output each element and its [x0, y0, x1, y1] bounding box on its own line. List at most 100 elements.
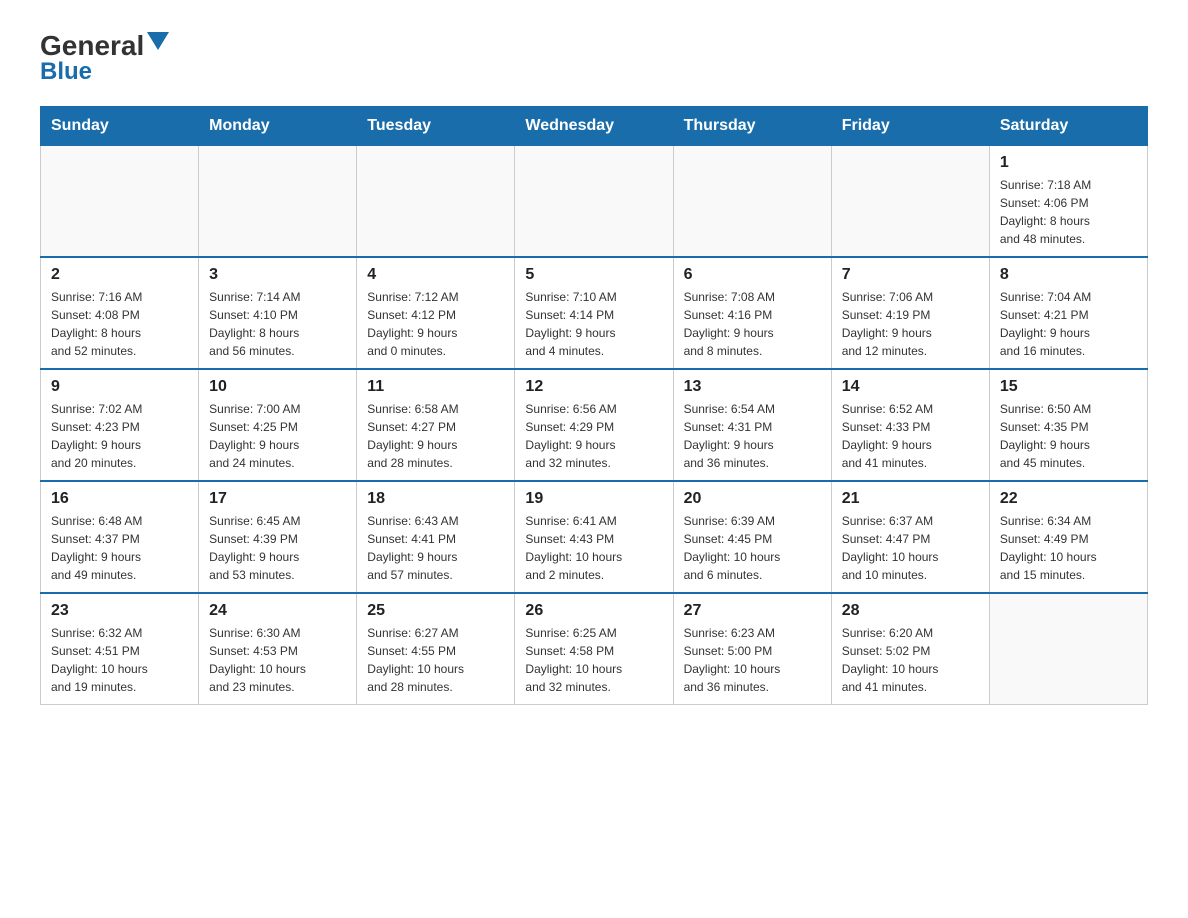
- calendar-day: 6 Sunrise: 7:08 AM Sunset: 4:16 PM Daylig…: [673, 257, 831, 369]
- day-number: 8: [1000, 266, 1137, 284]
- calendar-day: [199, 146, 357, 258]
- calendar-day: 3Sunrise: 7:14 AM Sunset: 4:10 PM Daylig…: [199, 257, 357, 369]
- logo: General Blue: [40, 30, 169, 86]
- day-number: 12: [525, 378, 662, 396]
- day-info: Sunrise: 6:20 AM Sunset: 5:02 PM Dayligh…: [842, 624, 979, 696]
- calendar-day: 24Sunrise: 6:30 AM Sunset: 4:53 PM Dayli…: [199, 593, 357, 705]
- day-number: 4: [367, 266, 504, 284]
- calendar-day: 21 Sunrise: 6:37 AM Sunset: 4:47 PM Dayli…: [831, 481, 989, 593]
- day-info: Sunrise: 6:37 AM Sunset: 4:47 PM Dayligh…: [842, 512, 979, 584]
- day-number: 25: [367, 602, 504, 620]
- day-info: Sunrise: 7:08 AM Sunset: 4:16 PM Dayligh…: [684, 288, 821, 360]
- day-number: 19: [525, 490, 662, 508]
- column-header-wednesday: Wednesday: [515, 107, 673, 146]
- calendar-week-row: 16Sunrise: 6:48 AM Sunset: 4:37 PM Dayli…: [41, 481, 1148, 593]
- calendar-day: 7 Sunrise: 7:06 AM Sunset: 4:19 PM Daylig…: [831, 257, 989, 369]
- day-info: Sunrise: 6:58 AM Sunset: 4:27 PM Dayligh…: [367, 400, 504, 472]
- day-number: 13: [684, 378, 821, 396]
- day-info: Sunrise: 7:14 AM Sunset: 4:10 PM Dayligh…: [209, 288, 346, 360]
- calendar-day: 25 Sunrise: 6:27 AM Sunset: 4:55 PM Dayli…: [357, 593, 515, 705]
- day-info: Sunrise: 6:39 AM Sunset: 4:45 PM Dayligh…: [684, 512, 821, 584]
- calendar-day: [831, 146, 989, 258]
- calendar-day: [989, 593, 1147, 705]
- day-number: 18: [367, 490, 504, 508]
- day-info: Sunrise: 6:56 AM Sunset: 4:29 PM Dayligh…: [525, 400, 662, 472]
- day-number: 20: [684, 490, 821, 508]
- day-number: 17: [209, 490, 346, 508]
- calendar-day: 4 Sunrise: 7:12 AM Sunset: 4:12 PM Daylig…: [357, 257, 515, 369]
- calendar-day: [41, 146, 199, 258]
- day-number: 9: [51, 378, 188, 396]
- day-number: 10: [209, 378, 346, 396]
- day-info: Sunrise: 6:34 AM Sunset: 4:49 PM Dayligh…: [1000, 512, 1137, 584]
- calendar-week-row: 1Sunrise: 7:18 AM Sunset: 4:06 PM Daylig…: [41, 146, 1148, 258]
- column-header-monday: Monday: [199, 107, 357, 146]
- day-info: Sunrise: 7:06 AM Sunset: 4:19 PM Dayligh…: [842, 288, 979, 360]
- day-number: 26: [525, 602, 662, 620]
- calendar-day: 28 Sunrise: 6:20 AM Sunset: 5:02 PM Dayli…: [831, 593, 989, 705]
- page-header: General Blue: [40, 30, 1148, 86]
- day-number: 2: [51, 266, 188, 284]
- calendar-day: 9 Sunrise: 7:02 AM Sunset: 4:23 PM Daylig…: [41, 369, 199, 481]
- day-number: 15: [1000, 378, 1137, 396]
- day-info: Sunrise: 6:23 AM Sunset: 5:00 PM Dayligh…: [684, 624, 821, 696]
- day-info: Sunrise: 6:50 AM Sunset: 4:35 PM Dayligh…: [1000, 400, 1137, 472]
- day-info: Sunrise: 7:10 AM Sunset: 4:14 PM Dayligh…: [525, 288, 662, 360]
- day-info: Sunrise: 6:45 AM Sunset: 4:39 PM Dayligh…: [209, 512, 346, 584]
- day-number: 22: [1000, 490, 1137, 508]
- day-number: 23: [51, 602, 188, 620]
- calendar-day: [515, 146, 673, 258]
- calendar-day: 2 Sunrise: 7:16 AM Sunset: 4:08 PM Daylig…: [41, 257, 199, 369]
- calendar-day: [357, 146, 515, 258]
- calendar-day: 22 Sunrise: 6:34 AM Sunset: 4:49 PM Dayli…: [989, 481, 1147, 593]
- day-info: Sunrise: 6:32 AM Sunset: 4:51 PM Dayligh…: [51, 624, 188, 696]
- day-number: 6: [684, 266, 821, 284]
- calendar-day: 5 Sunrise: 7:10 AM Sunset: 4:14 PM Daylig…: [515, 257, 673, 369]
- calendar-day: 23 Sunrise: 6:32 AM Sunset: 4:51 PM Dayli…: [41, 593, 199, 705]
- day-info: Sunrise: 7:18 AM Sunset: 4:06 PM Dayligh…: [1000, 176, 1137, 248]
- calendar-day: 8 Sunrise: 7:04 AM Sunset: 4:21 PM Daylig…: [989, 257, 1147, 369]
- column-header-friday: Friday: [831, 107, 989, 146]
- calendar-day: 27 Sunrise: 6:23 AM Sunset: 5:00 PM Dayli…: [673, 593, 831, 705]
- day-number: 5: [525, 266, 662, 284]
- calendar-day: 17 Sunrise: 6:45 AM Sunset: 4:39 PM Dayli…: [199, 481, 357, 593]
- calendar-day: 13 Sunrise: 6:54 AM Sunset: 4:31 PM Dayli…: [673, 369, 831, 481]
- calendar-day: 11 Sunrise: 6:58 AM Sunset: 4:27 PM Dayli…: [357, 369, 515, 481]
- day-info: Sunrise: 7:02 AM Sunset: 4:23 PM Dayligh…: [51, 400, 188, 472]
- calendar-day: 12 Sunrise: 6:56 AM Sunset: 4:29 PM Dayli…: [515, 369, 673, 481]
- calendar-header-row: SundayMondayTuesdayWednesdayThursdayFrid…: [41, 107, 1148, 146]
- column-header-thursday: Thursday: [673, 107, 831, 146]
- calendar-day: 19Sunrise: 6:41 AM Sunset: 4:43 PM Dayli…: [515, 481, 673, 593]
- day-info: Sunrise: 6:54 AM Sunset: 4:31 PM Dayligh…: [684, 400, 821, 472]
- day-number: 7: [842, 266, 979, 284]
- column-header-tuesday: Tuesday: [357, 107, 515, 146]
- column-header-saturday: Saturday: [989, 107, 1147, 146]
- calendar-week-row: 23 Sunrise: 6:32 AM Sunset: 4:51 PM Dayli…: [41, 593, 1148, 705]
- logo-text-blue: Blue: [40, 58, 92, 86]
- calendar-day: 16Sunrise: 6:48 AM Sunset: 4:37 PM Dayli…: [41, 481, 199, 593]
- calendar-day: 14Sunrise: 6:52 AM Sunset: 4:33 PM Dayli…: [831, 369, 989, 481]
- calendar-week-row: 9 Sunrise: 7:02 AM Sunset: 4:23 PM Daylig…: [41, 369, 1148, 481]
- calendar-day: 18Sunrise: 6:43 AM Sunset: 4:41 PM Dayli…: [357, 481, 515, 593]
- calendar-day: 1Sunrise: 7:18 AM Sunset: 4:06 PM Daylig…: [989, 146, 1147, 258]
- calendar-day: 20 Sunrise: 6:39 AM Sunset: 4:45 PM Dayli…: [673, 481, 831, 593]
- calendar-day: 26 Sunrise: 6:25 AM Sunset: 4:58 PM Dayli…: [515, 593, 673, 705]
- day-number: 16: [51, 490, 188, 508]
- day-info: Sunrise: 7:04 AM Sunset: 4:21 PM Dayligh…: [1000, 288, 1137, 360]
- day-info: Sunrise: 6:25 AM Sunset: 4:58 PM Dayligh…: [525, 624, 662, 696]
- calendar-day: [673, 146, 831, 258]
- calendar-week-row: 2 Sunrise: 7:16 AM Sunset: 4:08 PM Daylig…: [41, 257, 1148, 369]
- day-number: 28: [842, 602, 979, 620]
- logo-triangle-icon: [147, 32, 169, 50]
- column-header-sunday: Sunday: [41, 107, 199, 146]
- day-number: 24: [209, 602, 346, 620]
- calendar-table: SundayMondayTuesdayWednesdayThursdayFrid…: [40, 106, 1148, 705]
- day-info: Sunrise: 7:12 AM Sunset: 4:12 PM Dayligh…: [367, 288, 504, 360]
- day-info: Sunrise: 7:16 AM Sunset: 4:08 PM Dayligh…: [51, 288, 188, 360]
- day-info: Sunrise: 6:27 AM Sunset: 4:55 PM Dayligh…: [367, 624, 504, 696]
- day-number: 27: [684, 602, 821, 620]
- day-info: Sunrise: 7:00 AM Sunset: 4:25 PM Dayligh…: [209, 400, 346, 472]
- day-number: 11: [367, 378, 504, 396]
- day-info: Sunrise: 6:52 AM Sunset: 4:33 PM Dayligh…: [842, 400, 979, 472]
- day-number: 21: [842, 490, 979, 508]
